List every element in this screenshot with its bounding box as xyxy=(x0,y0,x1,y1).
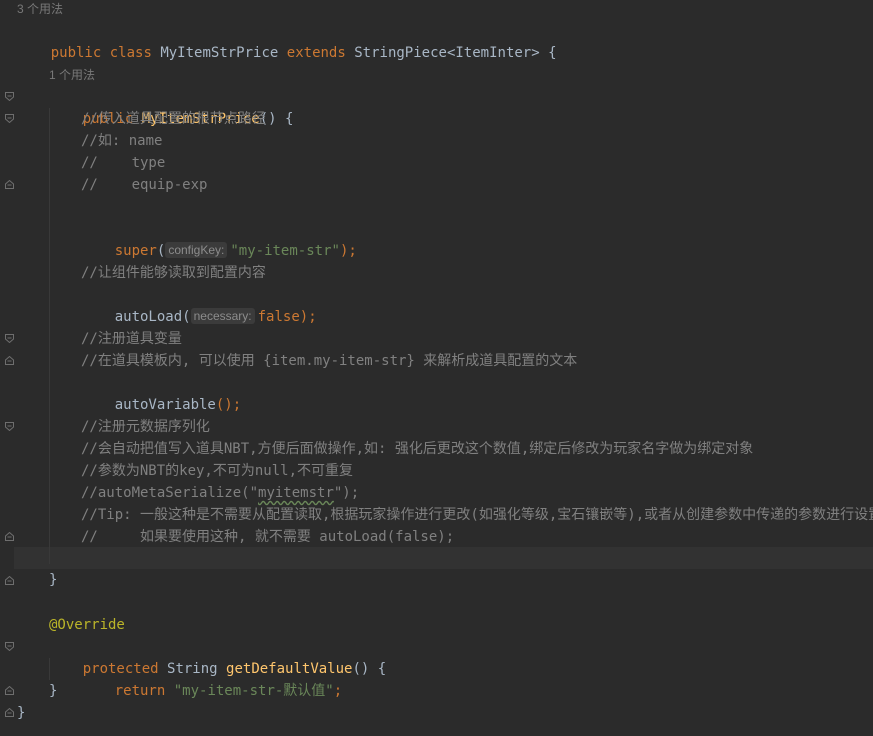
class-usage-hint[interactable]: 3 个用法 xyxy=(17,0,63,20)
comment-line[interactable]: //让组件能够读取到配置内容 xyxy=(81,262,266,284)
comment-line[interactable]: //autoMetaSerialize("myitemstr"); xyxy=(81,482,359,504)
closing-brace[interactable]: } xyxy=(17,702,25,724)
brace: { xyxy=(548,45,557,61)
annotation-line[interactable]: @Override xyxy=(49,614,125,636)
fold-collapse-icon[interactable] xyxy=(5,92,14,101)
fold-expand-icon[interactable] xyxy=(5,576,14,585)
keyword: public xyxy=(50,45,102,61)
fold-collapse-icon[interactable] xyxy=(5,642,14,651)
closing-brace[interactable]: } xyxy=(49,569,57,591)
string-literal: "my-item-str" xyxy=(230,243,340,259)
fold-expand-icon[interactable] xyxy=(5,356,14,365)
punctuation: ); xyxy=(339,243,357,259)
comment-line[interactable]: //传入道具配置的根节点路径 xyxy=(81,108,266,130)
fold-expand-icon[interactable] xyxy=(5,532,14,541)
comment-line[interactable]: // equip-exp xyxy=(81,174,207,196)
method-call: autoLoad xyxy=(114,309,183,325)
comment-line[interactable]: //参数为NBT的key,不可为null,不可重复 xyxy=(81,460,353,482)
ctor-usage-hint[interactable]: 1 个用法 xyxy=(49,64,95,86)
comment-line[interactable]: //会自动把值写入道具NBT,方便后面做操作,如: 强化后更改这个数值,绑定后修… xyxy=(81,438,753,460)
code-editor[interactable]: 3 个用法 public class MyItemStrPrice extend… xyxy=(0,0,873,736)
method-declaration-line[interactable]: protected String getDefaultValue() { xyxy=(49,636,386,677)
comment-line[interactable]: //注册道具变量 xyxy=(81,328,182,350)
comment-line[interactable]: //在道具模板内, 可以使用 {item.my-item-str} 来解析成道具… xyxy=(81,350,577,372)
caret-line-highlight xyxy=(14,547,873,569)
punctuation: ; xyxy=(333,683,343,699)
comment-text: //autoMetaSerialize(" xyxy=(81,485,259,501)
keyword: extends xyxy=(286,45,346,61)
comment-line[interactable]: // 如果要使用这种, 就不需要 autoLoad(false); xyxy=(81,526,454,548)
typo-highlight: myitemstr xyxy=(258,485,334,501)
keyword: return xyxy=(114,683,166,699)
parameter-hint: configKey: xyxy=(165,242,228,258)
class-declaration-line[interactable]: public class MyItemStrPrice extends Stri… xyxy=(17,20,557,61)
super-call-line[interactable]: super(configKey: "my-item-str"); xyxy=(81,218,357,259)
comment-text: "); xyxy=(333,485,360,501)
boolean-literal: false xyxy=(257,309,300,325)
parent-type: StringPiece<ItemInter> xyxy=(354,45,540,61)
method-call: autoVariable xyxy=(114,397,216,413)
editor-gutter[interactable] xyxy=(0,0,14,736)
constructor-line[interactable]: public MyItemStrPrice() { xyxy=(49,86,294,127)
fold-collapse-icon[interactable] xyxy=(5,334,14,343)
punctuation: (); xyxy=(215,397,242,413)
parameter-hint: necessary: xyxy=(190,308,255,324)
keyword: class xyxy=(109,45,152,61)
closing-brace[interactable]: } xyxy=(49,680,57,702)
fold-expand-icon[interactable] xyxy=(5,708,14,717)
fold-expand-icon[interactable] xyxy=(5,180,14,189)
return-line[interactable]: return "my-item-str-默认值"; xyxy=(81,658,342,699)
punctuation: ); xyxy=(299,309,317,325)
string-literal: "my-item-str-默认值" xyxy=(173,683,334,699)
comment-line[interactable]: //Tip: 一般这种是不需要从配置读取,根据玩家操作进行更改(如强化等级,宝石… xyxy=(81,504,873,526)
keyword: super xyxy=(114,243,157,259)
comment-line[interactable]: // type xyxy=(81,152,165,174)
fold-expand-icon[interactable] xyxy=(5,686,14,695)
indent-guide xyxy=(49,108,50,564)
punctuation: ( xyxy=(182,309,191,325)
autovariable-call-line[interactable]: autoVariable(); xyxy=(81,372,241,413)
fold-collapse-icon[interactable] xyxy=(5,114,14,123)
fold-collapse-icon[interactable] xyxy=(5,422,14,431)
comment-line[interactable]: //注册元数据序列化 xyxy=(81,416,210,438)
class-name: MyItemStrPrice xyxy=(160,45,279,61)
punctuation: ( xyxy=(156,243,166,259)
punctuation: () { xyxy=(352,661,387,677)
comment-line[interactable]: //如: name xyxy=(81,130,162,152)
autoload-call-line[interactable]: autoLoad(necessary: false); xyxy=(81,284,317,325)
